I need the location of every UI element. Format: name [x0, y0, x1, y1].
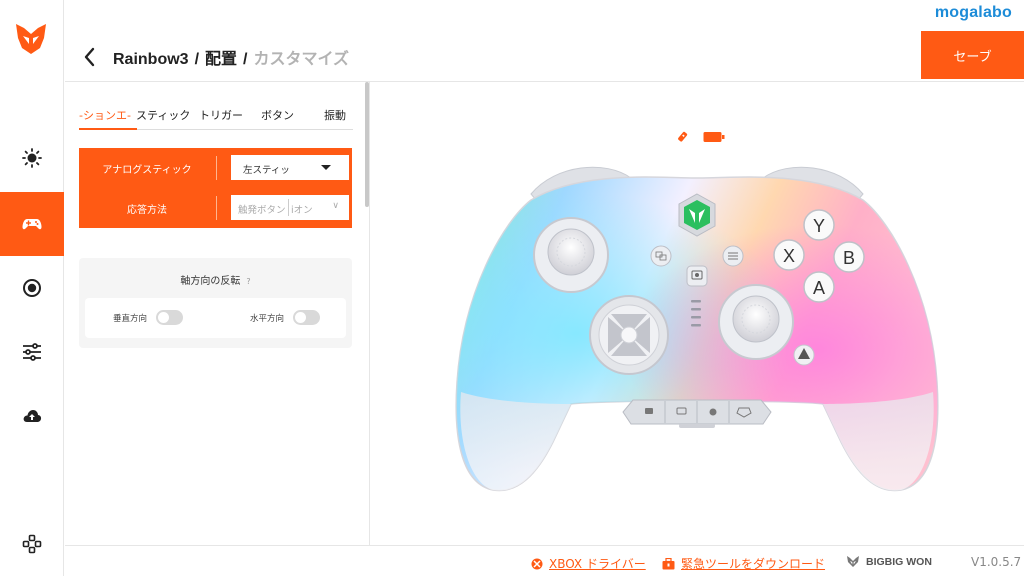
toolbox-icon: [662, 557, 675, 569]
emergency-tool-link-group: 緊急ツールをダウンロード: [662, 555, 825, 572]
brand-logo-text: mogalabo: [934, 4, 1012, 21]
tab-vibration[interactable]: 振動: [324, 107, 346, 123]
vertical-toggle-group: 垂直方向: [113, 310, 184, 325]
record-icon: [23, 279, 41, 297]
sidebar-item-macro[interactable]: [0, 256, 64, 320]
bigbigwon-logo-icon: [847, 556, 859, 567]
vertical-invert-toggle[interactable]: [156, 310, 184, 325]
stick-label: アナログスティック: [102, 164, 192, 176]
row-divider: [216, 196, 217, 220]
settings-tabs: -ションエ- スティック トリガー ボタン 振動: [79, 104, 353, 130]
breadcrumb-separator: /: [243, 51, 248, 68]
xbox-driver-link-group: XBOX ドライバー: [531, 555, 646, 572]
breadcrumb-current: カスタマイズ: [253, 51, 350, 68]
row-divider: [216, 156, 217, 180]
axis-invert-title-text: 軸方向の反転: [180, 276, 241, 287]
response-value-a: 触発ボタン: [238, 205, 286, 216]
sidebar: [0, 0, 64, 576]
settings-panel: -ションエ- スティック トリガー ボタン 振動 アナログスティック 左スティッ…: [65, 82, 370, 545]
sliders-icon: [23, 343, 41, 361]
sidebar-item-firmware[interactable]: [0, 384, 64, 448]
footer-bar: XBOX ドライバー 緊急ツールをダウンロード BIGBIG WON V1.0.…: [65, 545, 1024, 576]
stick-select-value: 左スティッ: [243, 165, 290, 176]
brightness-icon: [22, 148, 42, 168]
sidebar-item-settings[interactable]: [0, 320, 64, 384]
app-logo-icon: [16, 24, 46, 54]
breadcrumb: Rainbow3 / 配置 / カスタマイズ: [113, 45, 349, 69]
sidebar-item-device[interactable]: [0, 512, 64, 576]
button-b-label: B: [843, 248, 855, 268]
save-button[interactable]: セーブ: [921, 31, 1024, 79]
breadcrumb-separator: /: [194, 51, 200, 68]
breadcrumb-device[interactable]: Rainbow3: [113, 51, 189, 68]
tab-button[interactable]: ボタン: [261, 107, 294, 123]
stick-row: アナログスティック 左スティッ: [79, 148, 352, 188]
xbox-driver-link[interactable]: XBOX ドライバー: [549, 555, 646, 572]
axis-invert-toggles: 垂直方向 水平方向: [85, 298, 346, 338]
sidebar-item-lighting[interactable]: [0, 126, 64, 190]
select-divider: [288, 199, 289, 216]
breadcrumb-mapping[interactable]: 配置: [205, 51, 237, 68]
tab-trigger[interactable]: トリガー: [199, 107, 243, 123]
horizontal-invert-toggle[interactable]: [293, 310, 321, 325]
response-select[interactable]: 触発ボタン iオン ∨: [231, 195, 349, 220]
axis-invert-title: 軸方向の反転?: [79, 272, 352, 287]
controller-settings-icon: [22, 534, 42, 554]
caret-down-icon: [321, 165, 331, 170]
horizontal-label: 水平方向: [250, 313, 285, 324]
help-icon[interactable]: ?: [246, 277, 250, 286]
vertical-label: 垂直方向: [113, 313, 148, 324]
horizontal-toggle-group: 水平方向: [250, 310, 321, 325]
tab-option[interactable]: -ションエ-: [79, 107, 131, 123]
sidebar-item-mapping[interactable]: [0, 192, 64, 256]
page-header: Rainbow3 / 配置 / カスタマイズ セーブ: [65, 31, 1024, 82]
button-x-label: X: [783, 246, 795, 266]
xbox-icon: [531, 558, 543, 569]
active-tab-indicator: [79, 128, 137, 130]
back-chevron-icon[interactable]: [81, 45, 99, 69]
stick-select[interactable]: 左スティッ: [231, 155, 349, 180]
response-label: 応答方法: [127, 204, 167, 216]
panel-scrollbar[interactable]: [365, 82, 369, 207]
chevron-down-icon: ∨: [332, 201, 339, 211]
button-y-label: Y: [813, 216, 825, 236]
stick-form: アナログスティック 左スティッ 応答方法 触発ボタン iオン ∨: [79, 148, 352, 228]
controller-preview: Y X B A: [371, 82, 1024, 545]
tab-stick[interactable]: スティック: [136, 107, 190, 123]
version-label: V1.0.5.7: [971, 555, 1022, 569]
maker-brand: BIGBIG WON: [846, 555, 932, 568]
emergency-tool-link[interactable]: 緊急ツールをダウンロード: [681, 555, 825, 572]
maker-name: BIGBIG WON: [866, 555, 932, 568]
gamepad-icon: [22, 219, 42, 230]
response-row: 応答方法 触発ボタン iオン ∨: [79, 188, 352, 228]
cloud-upload-icon: [23, 410, 42, 422]
app-window: mogalabo Rainbow3 / 配置 / カスタマイズ セーブ -ションエ- ス…: [0, 0, 1024, 576]
controller-image: Y X B A: [455, 166, 939, 492]
button-a-label: A: [813, 278, 825, 298]
axis-invert-card: 軸方向の反転? 垂直方向 水平方向: [79, 258, 352, 348]
response-value-b: iオン: [291, 205, 313, 216]
